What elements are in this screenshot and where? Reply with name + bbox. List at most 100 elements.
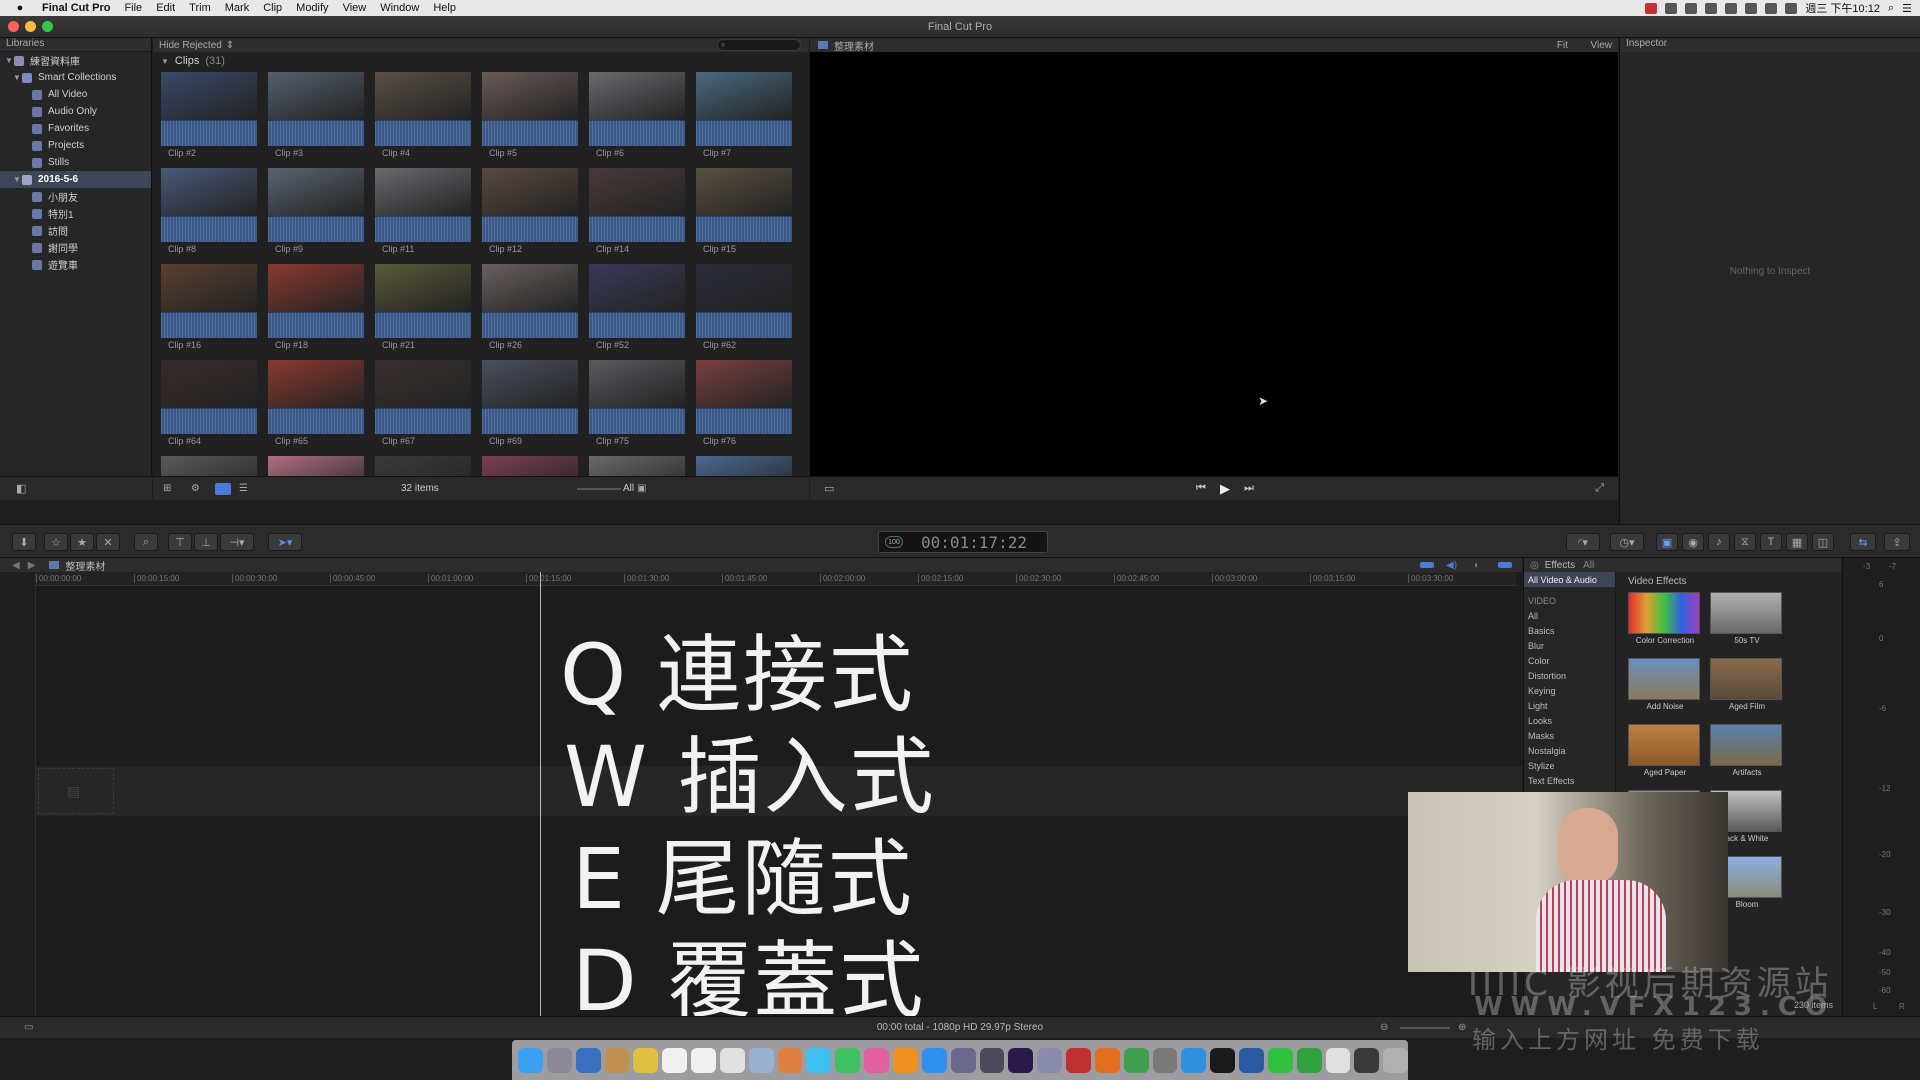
background-tasks-button[interactable]: ◜▾ [1566, 533, 1600, 551]
effect-item[interactable]: Artifacts [1710, 724, 1784, 786]
zoom-slider[interactable] [577, 488, 621, 490]
timecode-display[interactable]: 100 00:01:17:22 [878, 531, 1048, 553]
media-browser-photos-button[interactable]: ▣ [1656, 533, 1678, 551]
timeline-zoom-slider[interactable] [1400, 1027, 1450, 1029]
toggle-sidebar-icon[interactable]: ◧ [16, 482, 26, 495]
music-button[interactable]: ♪ [1708, 533, 1730, 551]
effects-browser-button[interactable]: ⇆ [1850, 533, 1876, 551]
effect-item[interactable]: Aged Film [1710, 658, 1784, 720]
effects-category-item[interactable]: Distortion [1524, 668, 1615, 683]
favorite-button[interactable]: ★ [70, 533, 94, 551]
camtasia-icon[interactable] [1296, 1047, 1322, 1073]
sync-icon[interactable] [1685, 2, 1698, 14]
volume-icon[interactable] [1745, 2, 1758, 14]
fullscreen-icon[interactable]: ⤢ [1595, 482, 1604, 495]
filter-chevron-icon[interactable]: ⇕ [226, 40, 234, 51]
close-window-button[interactable] [8, 21, 19, 32]
menu-clip[interactable]: Clip [263, 2, 282, 14]
keyword-collection[interactable]: 謝同學 [0, 239, 151, 256]
effects-category-item[interactable]: Blur [1524, 638, 1615, 653]
menu-view[interactable]: View [343, 2, 367, 14]
record-status-icon[interactable] [1645, 2, 1658, 14]
smart-collection-stills[interactable]: Stills [0, 154, 151, 171]
viewer-view-popup[interactable]: View [1591, 40, 1613, 51]
menu-mark[interactable]: Mark [225, 2, 249, 14]
titles-button[interactable]: T [1760, 533, 1782, 551]
themes-button[interactable]: ◫ [1812, 533, 1834, 551]
folder-icon[interactable] [1325, 1047, 1351, 1073]
apple-menu-icon[interactable]: ● [12, 2, 28, 14]
calendar-icon[interactable] [662, 1047, 688, 1073]
playhead[interactable] [540, 572, 541, 1016]
clip-thumbnail[interactable]: Clip #21 [375, 264, 471, 356]
render-button[interactable]: ◷▾ [1610, 533, 1644, 551]
zoom-in-icon[interactable]: ⊕ [1458, 1022, 1466, 1033]
clip-thumbnail[interactable]: Clip #26 [482, 264, 578, 356]
generators-button[interactable]: ▦ [1786, 533, 1808, 551]
smart-collections-folder[interactable]: ▼ Smart Collections [0, 69, 151, 86]
word-icon[interactable] [1239, 1047, 1264, 1073]
compressor-icon[interactable] [1037, 1047, 1063, 1073]
camera-button[interactable]: ◉ [1682, 533, 1704, 551]
itunes-icon[interactable] [864, 1047, 889, 1073]
keyword-collection[interactable]: 訪問 [0, 222, 151, 239]
clip-thumbnail[interactable]: Clip #76 [696, 360, 792, 452]
clip-thumbnail[interactable]: Clip #14 [589, 168, 685, 260]
browser-search-field[interactable]: ⌕ [717, 39, 801, 51]
premiere-icon[interactable] [1008, 1047, 1034, 1073]
append-edit-button[interactable]: ⊣▾ [220, 533, 254, 551]
smart-collection-all-video[interactable]: All Video [0, 86, 151, 103]
clip-appearance-icon[interactable] [1420, 562, 1434, 568]
finder-icon[interactable] [518, 1047, 543, 1073]
snapping-icon[interactable] [1498, 562, 1512, 568]
viewer-display-options-icon[interactable]: ▭ [824, 482, 834, 495]
menu-help[interactable]: Help [433, 2, 456, 14]
clip-thumbnail[interactable]: Clip #64 [161, 360, 257, 452]
chrome-icon[interactable] [1123, 1047, 1149, 1073]
messages-icon[interactable] [806, 1047, 832, 1073]
time-machine-icon[interactable] [1725, 2, 1738, 14]
timeline-ruler[interactable]: 00:00:00:00 00:00:15:00 00:00:30:00 00:00:4… [36, 572, 1516, 586]
connect-edit-button[interactable]: ⊤ [168, 533, 192, 551]
effects-category-item[interactable]: All [1524, 608, 1615, 623]
notification-center-icon[interactable]: ☰ [1902, 2, 1912, 15]
browser-sidebar-toggle-icon[interactable]: ⊞ [163, 483, 171, 494]
menu-file[interactable]: File [124, 2, 142, 14]
effect-item[interactable]: Color Correction [1628, 592, 1702, 654]
effects-category-item[interactable]: Looks [1524, 713, 1615, 728]
clip-thumbnail[interactable]: Clip #67 [375, 360, 471, 452]
list-view-button[interactable]: ☰ [239, 483, 248, 494]
launchpad-icon[interactable] [546, 1047, 572, 1073]
menubar-clock[interactable]: 週三 下午10:12 [1805, 0, 1880, 16]
effects-filter-label[interactable]: All [1583, 560, 1594, 571]
line-icon[interactable] [1267, 1047, 1293, 1073]
play-button[interactable]: ▶ [1220, 481, 1230, 497]
disclosure-triangle-icon[interactable]: ▼ [4, 56, 14, 65]
clip-thumbnail[interactable]: Clip #15 [696, 168, 792, 260]
effects-category-item[interactable]: Color [1524, 653, 1615, 668]
clip-appearance-icon[interactable]: ▣ [637, 483, 646, 494]
reminders-icon[interactable] [691, 1047, 716, 1073]
clip-thumbnail[interactable]: Clip #18 [268, 264, 364, 356]
zoom-duration-label[interactable]: All [623, 483, 634, 494]
effects-category-item[interactable]: Light [1524, 698, 1615, 713]
audio-skimming-icon[interactable]: ◀) [1446, 560, 1457, 571]
trash-icon[interactable] [1383, 1047, 1409, 1073]
clip-thumbnail[interactable]: Clip #9 [268, 168, 364, 260]
library-item[interactable]: ▼ 練習資料庫 [0, 52, 151, 69]
back-arrow-icon[interactable]: ◀ [12, 560, 20, 571]
facetime-icon[interactable] [835, 1047, 861, 1073]
next-frame-button[interactable]: ⏭ [1244, 482, 1254, 495]
insert-edit-button[interactable]: ⊥ [194, 533, 218, 551]
clip-thumbnail[interactable]: Clip #16 [161, 264, 257, 356]
previous-frame-button[interactable]: ⏮ [1196, 482, 1206, 495]
effect-item[interactable]: 50s TV [1710, 592, 1784, 654]
smart-collection-audio-only[interactable]: Audio Only [0, 103, 151, 120]
filmstrip-view-button[interactable] [215, 483, 231, 495]
clip-thumbnail[interactable]: Clip #5 [482, 72, 578, 164]
effects-category-item[interactable]: Keying [1524, 683, 1615, 698]
photo-booth-icon[interactable] [1066, 1047, 1091, 1073]
wifi-icon[interactable] [1765, 2, 1778, 14]
clip-thumbnail[interactable]: Clip #62 [696, 264, 792, 356]
keyword-collection[interactable]: 小朋友 [0, 188, 151, 205]
